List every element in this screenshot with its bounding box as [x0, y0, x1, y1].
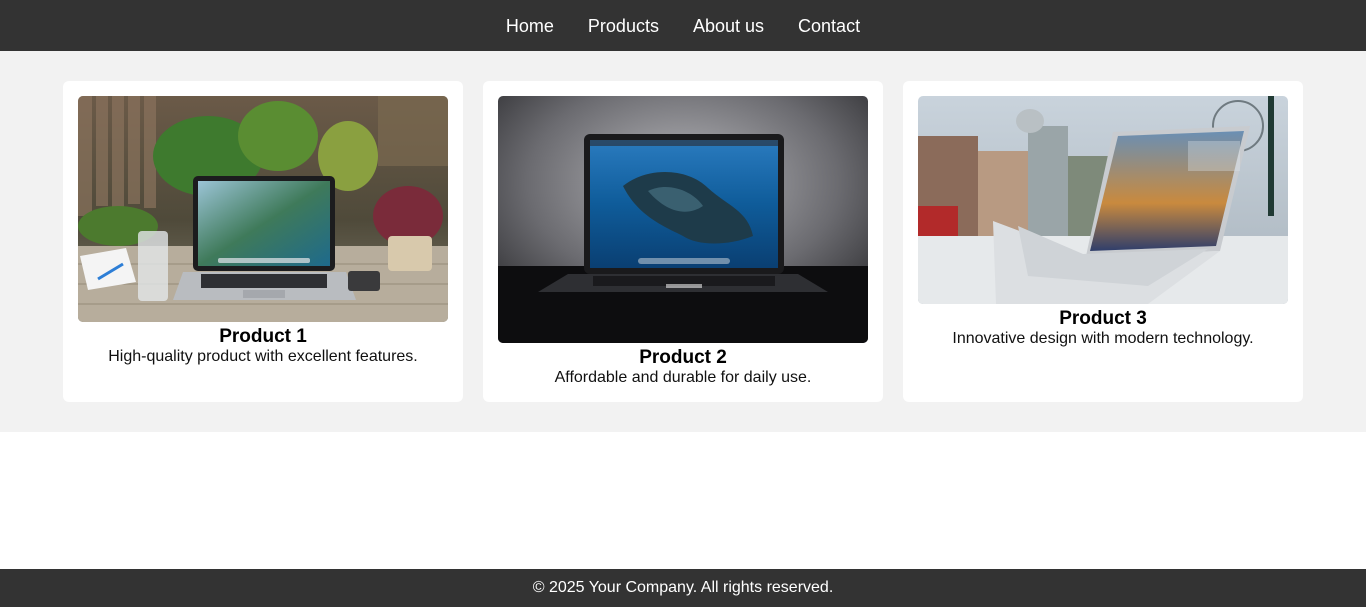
- laptop-outdoor-image: [78, 96, 448, 322]
- product-1-title: Product 1: [219, 326, 307, 347]
- laptop-city-image: [918, 96, 1288, 304]
- product-3-title: Product 3: [1059, 308, 1147, 329]
- top-nav: Home Products About us Contact: [0, 0, 1366, 51]
- product-card-3[interactable]: Product 3 Innovative design with modern …: [903, 81, 1303, 402]
- product-card-1[interactable]: Product 1 High-quality product with exce…: [63, 81, 463, 402]
- product-2-description: Affordable and durable for daily use.: [554, 369, 812, 386]
- laptop-dark-image: [498, 96, 868, 343]
- product-3-image[interactable]: [918, 96, 1288, 304]
- product-2-title: Product 2: [639, 347, 727, 368]
- nav-home-link[interactable]: Home: [506, 17, 554, 35]
- product-3-description: Innovative design with modern technology…: [952, 330, 1254, 347]
- footer-copyright: © 2025 Your Company. All rights reserved…: [532, 579, 834, 596]
- products-section: Product 1 High-quality product with exce…: [0, 51, 1366, 432]
- nav-about-link[interactable]: About us: [693, 17, 764, 35]
- product-card-2[interactable]: Product 2 Affordable and durable for dai…: [483, 81, 883, 402]
- product-1-image[interactable]: [78, 96, 448, 322]
- footer: © 2025 Your Company. All rights reserved…: [0, 569, 1366, 607]
- product-1-description: High-quality product with excellent feat…: [108, 348, 418, 365]
- nav-contact-link[interactable]: Contact: [798, 17, 860, 35]
- nav-products-link[interactable]: Products: [588, 17, 659, 35]
- product-2-image[interactable]: [498, 96, 868, 343]
